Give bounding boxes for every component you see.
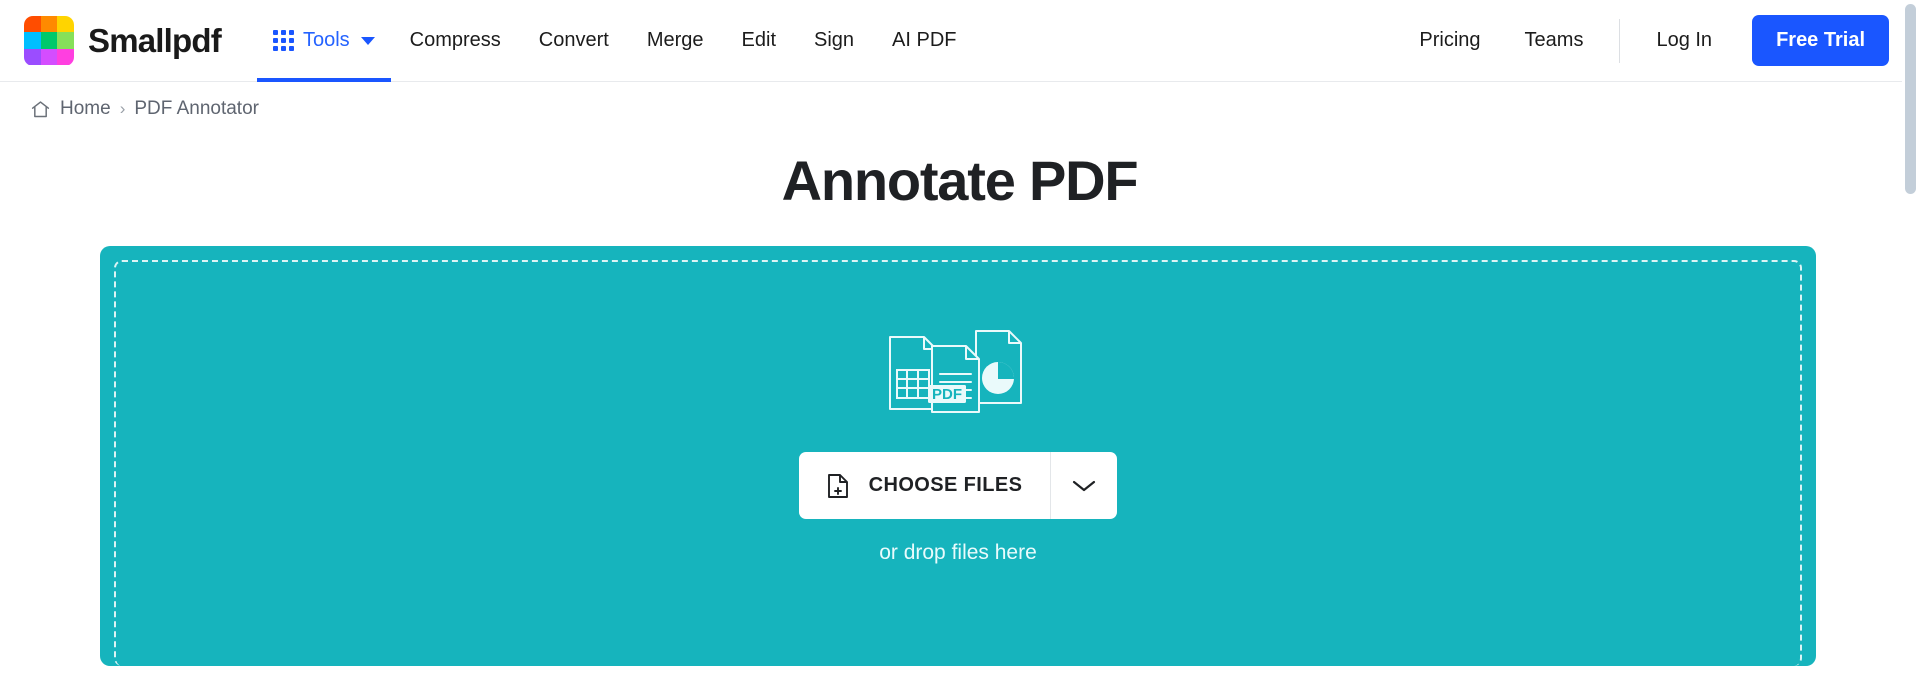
logo-cell xyxy=(57,15,74,33)
pdf-badge-label: PDF xyxy=(932,386,962,403)
grid-dots-icon xyxy=(272,30,294,51)
nav-item-teams[interactable]: Teams xyxy=(1503,29,1606,52)
scrollbar-thumb[interactable] xyxy=(1905,4,1916,194)
file-plus-icon xyxy=(827,471,853,501)
logo-cell xyxy=(57,48,74,66)
logo-cell xyxy=(57,32,74,49)
nav-item-tools-label: Tools xyxy=(302,29,350,51)
nav-divider xyxy=(1619,18,1621,63)
top-navigation-bar: Smallpdf Tools Compress Convert Merge Ed… xyxy=(0,0,1919,82)
drop-files-hint: or drop files here xyxy=(879,541,1037,564)
secondary-nav: Pricing Teams Log In Free Trial xyxy=(1397,15,1919,66)
free-trial-button[interactable]: Free Trial xyxy=(1752,15,1889,66)
chevron-down-icon xyxy=(1071,478,1097,494)
breadcrumb-current[interactable]: PDF Annotator xyxy=(134,98,259,120)
choose-files-label: CHOOSE FILES xyxy=(868,474,1023,496)
nav-item-edit[interactable]: Edit xyxy=(723,0,795,82)
file-dropzone[interactable]: PDF CHOOSE FILES or drop files here xyxy=(100,246,1816,666)
logo-cell xyxy=(40,48,58,66)
logo-cell xyxy=(40,32,58,49)
nav-item-merge[interactable]: Merge xyxy=(628,0,723,82)
login-link[interactable]: Log In xyxy=(1634,29,1734,52)
breadcrumb-home[interactable]: Home xyxy=(60,98,111,120)
nav-item-ai-pdf[interactable]: AI PDF xyxy=(873,0,975,82)
logo-cell xyxy=(24,32,41,49)
choose-files-group: CHOOSE FILES xyxy=(798,452,1118,519)
page-scrollbar[interactable] xyxy=(1902,0,1919,697)
dropzone-inner: PDF CHOOSE FILES or drop files here xyxy=(114,260,1802,666)
breadcrumb: Home › PDF Annotator xyxy=(0,82,1919,120)
page-title: Annotate PDF xyxy=(781,149,1139,212)
nav-item-compress[interactable]: Compress xyxy=(391,0,520,82)
chevron-down-icon xyxy=(360,36,375,45)
nav-item-tools[interactable]: Tools xyxy=(256,0,391,82)
documents-stack-icon: PDF xyxy=(887,328,1029,414)
nav-item-pricing[interactable]: Pricing xyxy=(1397,29,1502,52)
breadcrumb-separator: › xyxy=(119,99,126,118)
brand-logo-link[interactable]: Smallpdf xyxy=(24,15,222,66)
home-icon xyxy=(30,99,51,120)
nav-item-sign[interactable]: Sign xyxy=(795,0,873,82)
logo-cell xyxy=(24,15,41,33)
logo-cell xyxy=(40,15,58,33)
choose-files-dropdown-button[interactable] xyxy=(1050,452,1118,519)
logo-cell xyxy=(24,48,41,66)
brand-name: Smallpdf xyxy=(88,21,222,59)
choose-files-button[interactable]: CHOOSE FILES xyxy=(798,452,1051,519)
smallpdf-logo-icon xyxy=(24,15,74,66)
dropzone-section: PDF CHOOSE FILES or drop files here xyxy=(100,246,1816,666)
nav-item-convert[interactable]: Convert xyxy=(520,0,628,82)
primary-nav: Tools Compress Convert Merge Edit Sign A… xyxy=(256,0,976,82)
